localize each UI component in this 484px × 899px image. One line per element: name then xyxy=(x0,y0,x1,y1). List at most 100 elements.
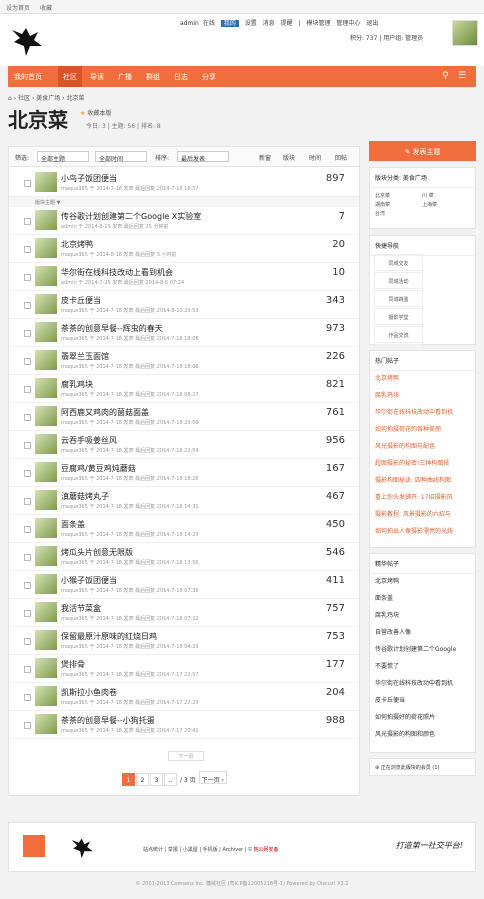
best-thread-link[interactable]: 华尔街在线科技改动中看到机 xyxy=(375,678,472,687)
best-thread-link[interactable]: 传谷歌计划创建第二个Google xyxy=(375,644,472,653)
thread-thumbnail[interactable] xyxy=(35,172,57,192)
hot-thread-link[interactable]: 如何拍摄荷花的各种美丽 xyxy=(375,424,472,433)
quick-nav-item[interactable]: 摄影学堂 xyxy=(374,308,423,325)
row-checkbox[interactable] xyxy=(24,386,31,393)
table-row[interactable]: 翡翠兰玉面馆 maque365 于 2014-7-18 发表 最后回复 2014-… xyxy=(9,347,359,375)
best-thread-link[interactable]: 皮卡丘便当 xyxy=(375,695,472,704)
user-menu-item-3[interactable]: 提醒 xyxy=(281,20,293,27)
table-row[interactable]: 北京烤鸭 maque365 于 2014-8-18 发表 最后回复 3 小时前 20 xyxy=(9,235,359,263)
info-item-0[interactable]: 北京菜 xyxy=(375,192,390,199)
thread-thumbnail[interactable] xyxy=(35,322,57,342)
thread-title[interactable]: 翡翠兰玉面馆 xyxy=(61,351,109,362)
hot-thread-link[interactable]: 华尔街在线科技改动中看到机 xyxy=(375,407,472,416)
breadcrumb-item-2[interactable]: 北京菜 xyxy=(67,95,85,102)
thread-thumbnail[interactable] xyxy=(35,602,57,622)
row-checkbox[interactable] xyxy=(24,694,31,701)
thread-thumbnail[interactable] xyxy=(35,406,57,426)
row-checkbox[interactable] xyxy=(24,414,31,421)
row-checkbox[interactable] xyxy=(24,638,31,645)
best-thread-link[interactable]: 自营改善人像 xyxy=(375,627,472,636)
footer-links[interactable]: 站点统计 | 举报 | 小黑屋 | 手机版 | Archiver | ⛨ 皖公网… xyxy=(143,846,278,853)
hot-thread-link[interactable]: 摄影教程: 风景摄影的六招与 xyxy=(375,509,472,518)
filter-type-select[interactable]: 全部主题 xyxy=(37,151,89,163)
table-row[interactable]: 滇蘑菇烤丸子 maque365 于 2014-7-18 发表 最后回复 2014-… xyxy=(9,487,359,515)
col-time[interactable]: 时间 xyxy=(309,153,321,162)
table-row[interactable]: 茶茶的创意早餐--辉虫的春天 maque365 于 2014-7-18 发表 最后… xyxy=(9,319,359,347)
next-page-button[interactable]: 下一页 › xyxy=(198,771,227,784)
table-row[interactable]: 小鸟子饭团便当 maque365 于 2014-7-18 发表 最后回复 2014… xyxy=(9,169,359,197)
row-checkbox[interactable] xyxy=(24,442,31,449)
table-row[interactable]: 茶茶的创意早餐--小狗托蛋 maque365 于 2014-7-18 发表 最后回… xyxy=(9,711,359,739)
footer-links-text[interactable]: 站点统计 | 举报 | 小黑屋 | 手机版 | Archiver | xyxy=(143,847,247,853)
table-row[interactable]: 保留最原汁原味的红烧日鸡 maque365 于 2014-7-18 发表 最后回复… xyxy=(9,627,359,655)
table-row[interactable]: 凯斯拉小鱼肉卷 maque365 于 2014-7-18 发表 最后回复 2014… xyxy=(9,683,359,711)
menu-list-icon[interactable]: ☰ xyxy=(458,71,466,81)
thread-separator[interactable]: 版块主题 ▼ xyxy=(9,197,359,207)
best-thread-link[interactable]: 不要慌了 xyxy=(375,661,472,670)
thread-title[interactable]: 阿西鹿又鸡肉的菌菇面盖 xyxy=(61,407,149,418)
row-checkbox[interactable] xyxy=(24,722,31,729)
thread-thumbnail[interactable] xyxy=(35,630,57,650)
col-forum[interactable]: 版块 xyxy=(283,153,295,162)
user-menu-item-1[interactable]: 设置 xyxy=(245,20,257,27)
hot-thread-link[interactable]: 重上你头发铺开: 17招摄影风 xyxy=(375,492,472,501)
table-row[interactable]: 云吞手吸姜丝风 maque365 于 2014-7-18 发表 最后回复 2014… xyxy=(9,431,359,459)
thread-title[interactable]: 保留最原汁原味的红烧日鸡 xyxy=(61,631,157,642)
table-row[interactable]: 面条盖 maque365 于 2014-7-18 发表 最后回复 2014-7-1… xyxy=(9,515,359,543)
user-group-link[interactable]: 用户组: 管理员 xyxy=(383,35,423,42)
page-2[interactable]: 2 xyxy=(136,773,149,786)
hot-thread-link[interactable]: 腐乳鸡块 xyxy=(375,390,472,399)
user-menu-item-5[interactable]: 模块管理 xyxy=(306,20,330,27)
hot-thread-link[interactable]: 风光摄影的构图与配色 xyxy=(375,441,472,450)
nav-item-blog[interactable]: 日志 xyxy=(174,72,188,82)
nav-item-community[interactable]: 社区 xyxy=(58,66,82,87)
user-name-link[interactable]: admin xyxy=(180,20,199,27)
row-checkbox[interactable] xyxy=(24,470,31,477)
user-menu-item-7[interactable]: 退出 xyxy=(366,20,378,27)
search-icon[interactable]: ⚲ xyxy=(442,71,449,81)
info-item-1[interactable]: 川 菜 xyxy=(422,192,434,199)
thread-title[interactable]: 豆腐鸡/黄豆鸡炖蘑菇 xyxy=(61,463,136,474)
thread-thumbnail[interactable] xyxy=(35,238,57,258)
row-checkbox[interactable] xyxy=(24,666,31,673)
thread-title[interactable]: 传谷歌计划创建第二个Google X实验室 xyxy=(61,211,201,222)
nav-item-group[interactable]: 群组 xyxy=(146,72,160,82)
col-replies[interactable]: 回帖 xyxy=(335,153,347,162)
page-3[interactable]: 3 xyxy=(150,773,163,786)
nav-item-broadcast[interactable]: 广播 xyxy=(118,72,132,82)
footer-logo[interactable] xyxy=(23,835,45,857)
table-row[interactable]: 阿西鹿又鸡肉的菌菇面盖 maque365 于 2014-7-18 发表 最后回复 … xyxy=(9,403,359,431)
nav-item-home[interactable]: 我的首页 xyxy=(14,72,42,82)
thread-thumbnail[interactable] xyxy=(35,574,57,594)
post-thread-button[interactable]: ✎ 发表主题 xyxy=(369,141,476,161)
thread-thumbnail[interactable] xyxy=(35,686,57,706)
online-status[interactable]: 在线 xyxy=(203,20,215,27)
thread-thumbnail[interactable] xyxy=(35,714,57,734)
row-checkbox[interactable] xyxy=(24,180,31,187)
best-thread-link[interactable]: 北京烤鸭 xyxy=(375,576,472,585)
table-row[interactable]: 传谷歌计划创建第二个Google X实验室 admin 于 2014-8-19 发… xyxy=(9,207,359,235)
thread-thumbnail[interactable] xyxy=(35,378,57,398)
table-row[interactable]: 豆腐鸡/黄豆鸡炖蘑菇 maque365 于 2014-7-18 发表 最后回复 2… xyxy=(9,459,359,487)
table-row[interactable]: 煲排骨 maque365 于 2014-7-18 发表 最后回复 2014-7-1… xyxy=(9,655,359,683)
breadcrumb-item-0[interactable]: 社区 xyxy=(18,95,30,102)
user-menu-item-6[interactable]: 管理中心 xyxy=(336,20,360,27)
best-thread-link[interactable]: 面条盖 xyxy=(375,593,472,602)
hot-thread-link[interactable]: 如何拍出人像摄影漂亮的光线 xyxy=(375,526,472,535)
best-thread-link[interactable]: 如何拍摄好的荷花照片 xyxy=(375,712,472,721)
page-1[interactable]: 1 xyxy=(122,773,135,786)
credits-link[interactable]: 积分: 737 xyxy=(350,35,377,42)
best-thread-link[interactable]: 腐乳鸡块 xyxy=(375,610,472,619)
row-checkbox[interactable] xyxy=(24,330,31,337)
thread-thumbnail[interactable] xyxy=(35,266,57,286)
load-more-button[interactable]: 下一页 xyxy=(168,751,204,761)
table-row[interactable]: 小猴子饭团便当 maque365 于 2014-7-18 发表 最后回复 2014… xyxy=(9,571,359,599)
thread-title[interactable]: 华尔街在线科技改动上看到机会 xyxy=(61,267,173,278)
thread-title[interactable]: 北京烤鸭 xyxy=(61,239,93,250)
table-row[interactable]: 我活节菜盒 maque365 于 2014-7-18 发表 最后回复 2014-7… xyxy=(9,599,359,627)
info-item-4[interactable]: 台湾 xyxy=(375,210,385,217)
home-icon[interactable]: ⌂ xyxy=(8,95,12,102)
thread-thumbnail[interactable] xyxy=(35,518,57,538)
col-new-window[interactable]: 新窗 xyxy=(259,153,271,162)
online-members-box[interactable]: ⊕ 正在浏览此版块的会员 (1) xyxy=(369,758,476,776)
